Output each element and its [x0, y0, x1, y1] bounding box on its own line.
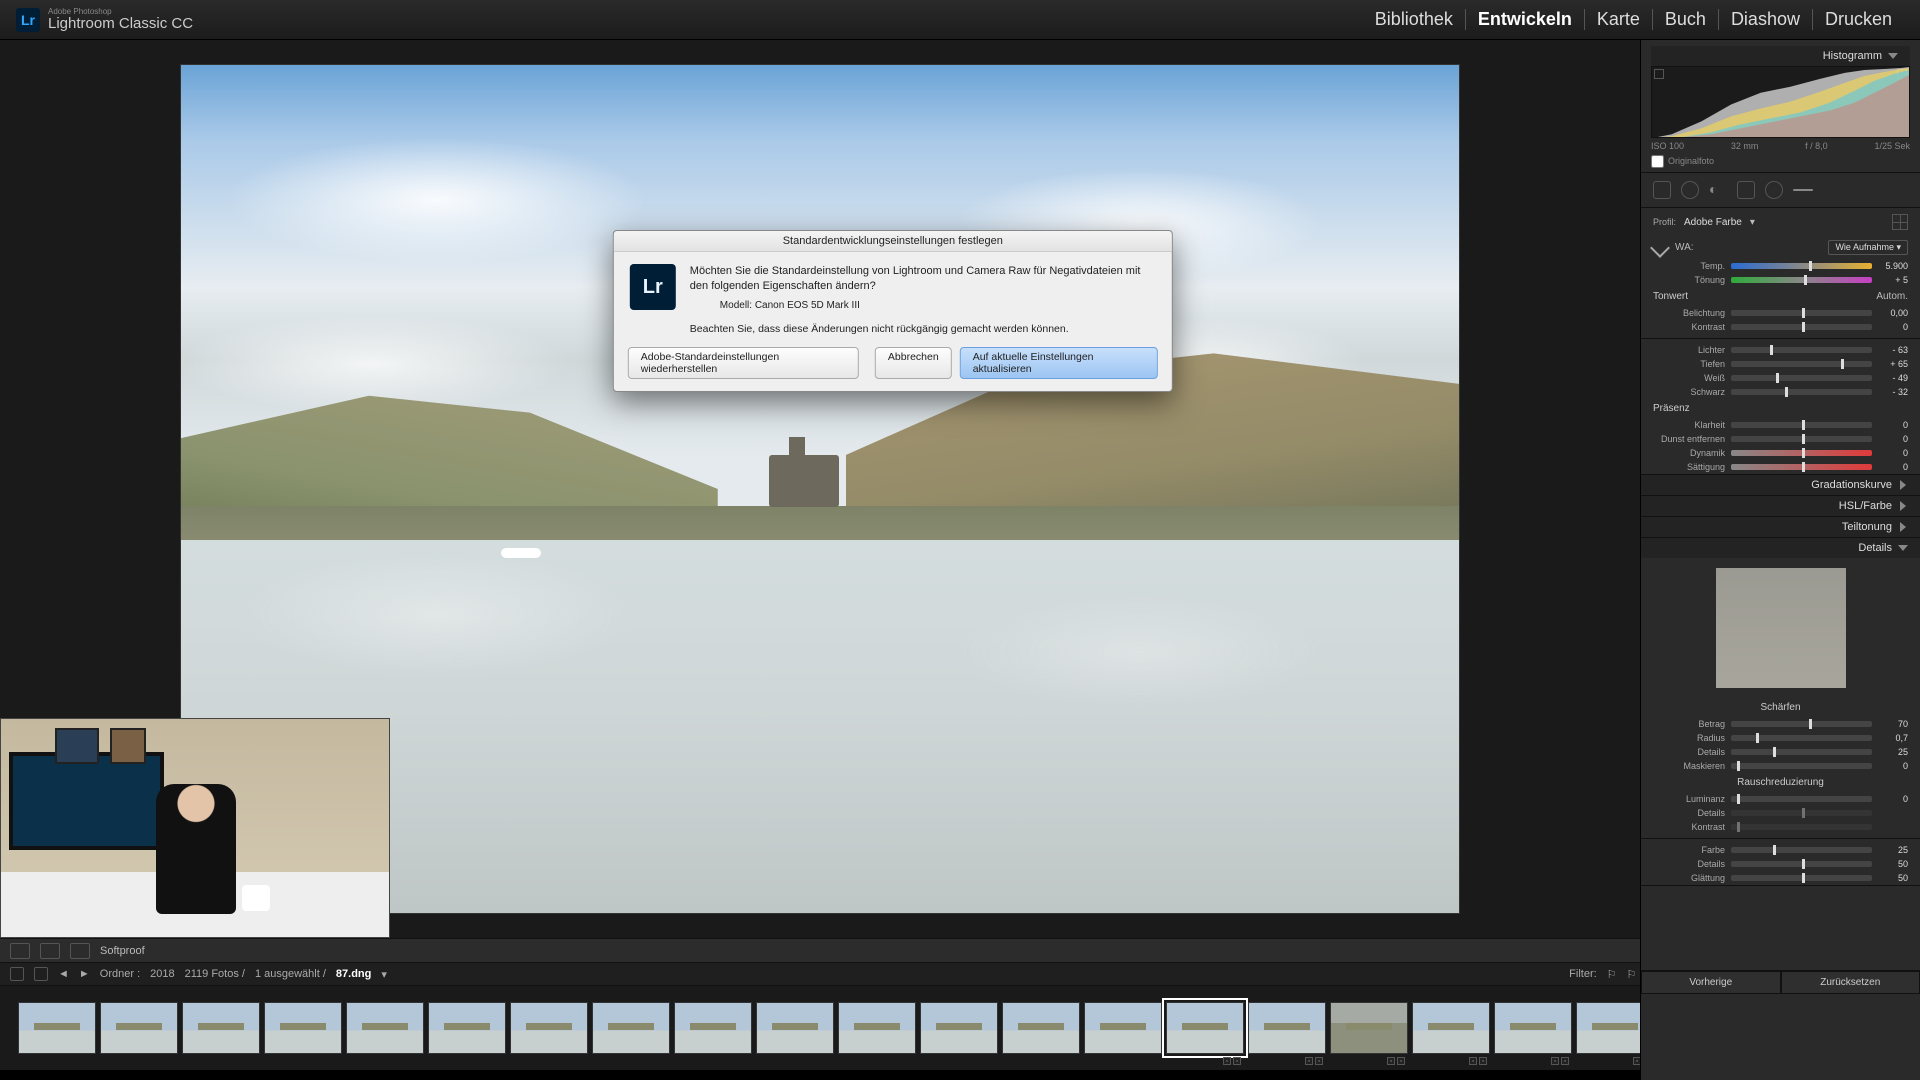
dialog-warning: Beachten Sie, dass diese Änderungen nich… — [614, 317, 1172, 347]
dialog-title: Standardentwicklungseinstellungen festle… — [614, 231, 1172, 252]
dialog-question: Möchten Sie die Standardeinstellung von … — [690, 264, 1156, 295]
cancel-button[interactable]: Abbrechen — [875, 347, 952, 379]
confirm-button[interactable]: Auf aktuelle Einstellungen aktualisieren — [960, 347, 1158, 379]
dialog-model-label: Modell: — [720, 300, 752, 311]
dialog-app-icon: Lr — [630, 264, 676, 310]
default-settings-dialog: Standardentwicklungseinstellungen festle… — [613, 230, 1173, 392]
restore-defaults-button[interactable]: Adobe-Standardeinstellungen wiederherste… — [628, 347, 859, 379]
dialog-model-value: Canon EOS 5D Mark III — [755, 300, 860, 311]
